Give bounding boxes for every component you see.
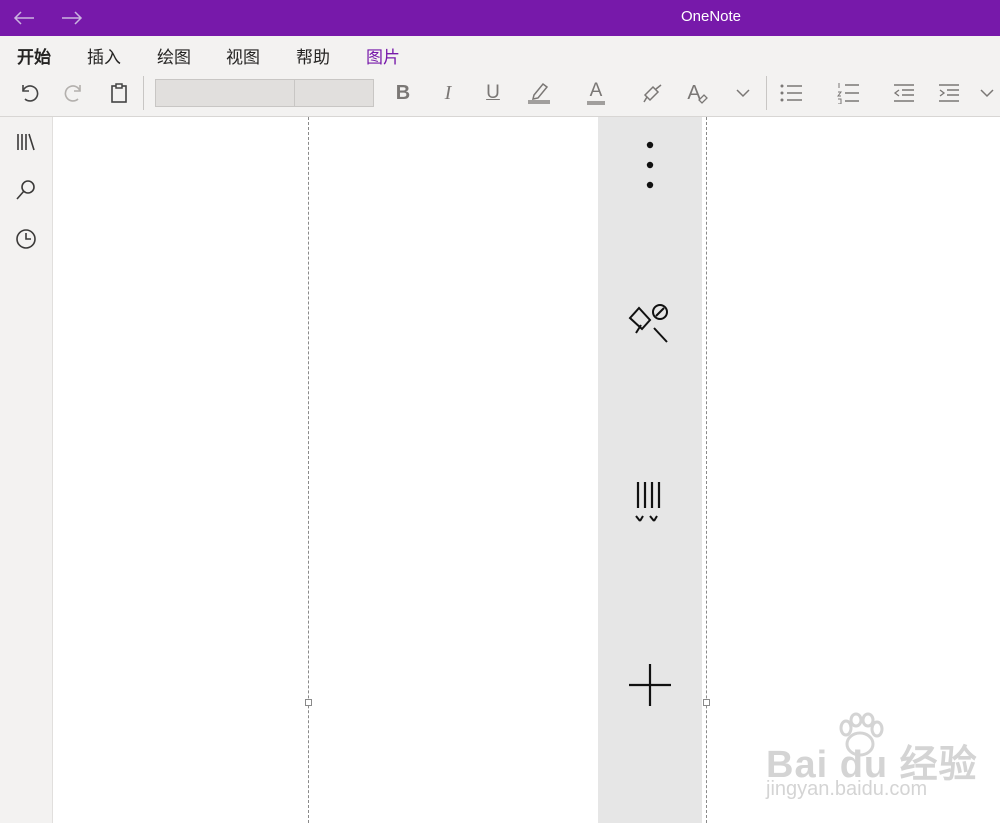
decrease-indent-button[interactable]	[889, 78, 919, 108]
more-options-button[interactable]	[625, 140, 675, 190]
image-content-strip[interactable]	[598, 117, 702, 823]
sidebar-item-search[interactable]	[11, 175, 41, 205]
font-color-glyph: A	[586, 81, 606, 105]
toolbar-divider	[143, 76, 144, 110]
add-plus-icon	[629, 664, 671, 706]
search-icon	[16, 180, 35, 200]
more-formatting-button[interactable]	[728, 78, 758, 108]
unpin-icon	[628, 304, 668, 343]
notebooks-icon	[17, 133, 35, 151]
recent-clock-icon	[16, 229, 36, 249]
title-bar: OneNote	[0, 0, 1000, 36]
bullets-button[interactable]	[776, 78, 806, 108]
clipboard-icon	[111, 83, 127, 103]
image-right-boundary	[706, 117, 707, 823]
font-size-box[interactable]	[294, 79, 374, 107]
bullet-list-icon	[780, 84, 802, 102]
clear-formatting-button[interactable]: A	[683, 78, 713, 108]
redo-button[interactable]	[59, 78, 89, 108]
tab-insert[interactable]: 插入	[87, 43, 121, 68]
unpin-button[interactable]	[625, 296, 675, 346]
chevron-down-icon	[736, 89, 750, 98]
decrease-indent-icon	[893, 84, 914, 102]
format-painter-button[interactable]	[638, 78, 668, 108]
undo-button[interactable]	[14, 78, 44, 108]
add-button[interactable]	[625, 660, 675, 710]
pattern-lines-icon	[635, 482, 661, 522]
tab-home[interactable]: 开始	[17, 43, 51, 74]
resize-handle-right[interactable]	[703, 699, 710, 706]
highlight-button[interactable]	[524, 78, 554, 108]
image-left-boundary	[308, 117, 309, 823]
window-title: OneNote	[680, 8, 742, 25]
resize-handle-left[interactable]	[305, 699, 312, 706]
font-name-box[interactable]	[155, 79, 296, 107]
tab-view[interactable]: 视图	[226, 43, 260, 68]
numbering-button[interactable]	[833, 78, 863, 108]
eraser-icon	[697, 94, 708, 104]
numbered-list-icon	[837, 83, 859, 104]
more-options-icon	[646, 141, 654, 189]
bold-button[interactable]: B	[388, 78, 418, 108]
italic-button[interactable]: I	[433, 78, 463, 108]
increase-indent-button[interactable]	[934, 78, 964, 108]
underline-button[interactable]: U	[478, 78, 508, 108]
sidebar-item-recent[interactable]	[11, 224, 41, 254]
ribbon-tabs: 开始 插入 绘图 视图 帮助 图片	[0, 36, 1000, 74]
redo-icon	[64, 85, 81, 102]
more-paragraph-button[interactable]	[980, 78, 1000, 108]
tab-help[interactable]: 帮助	[296, 43, 330, 68]
highlighter-icon	[528, 82, 550, 104]
tab-picture[interactable]: 图片	[366, 43, 400, 68]
undo-icon	[22, 85, 39, 102]
increase-indent-icon	[939, 84, 959, 102]
pattern-button[interactable]	[625, 477, 675, 527]
toolbar-divider	[766, 76, 767, 110]
paste-button[interactable]	[104, 78, 134, 108]
navigation-sidebar	[0, 117, 53, 823]
ribbon-toolbar: B I U A A	[0, 70, 1000, 117]
font-color-button[interactable]: A	[581, 78, 611, 108]
watermark-url: jingyan.baidu.com	[766, 778, 928, 800]
format-painter-icon	[643, 84, 662, 103]
chevron-down-icon	[980, 89, 994, 98]
sidebar-item-notebooks[interactable]	[11, 127, 41, 157]
tab-draw[interactable]: 绘图	[157, 43, 191, 68]
